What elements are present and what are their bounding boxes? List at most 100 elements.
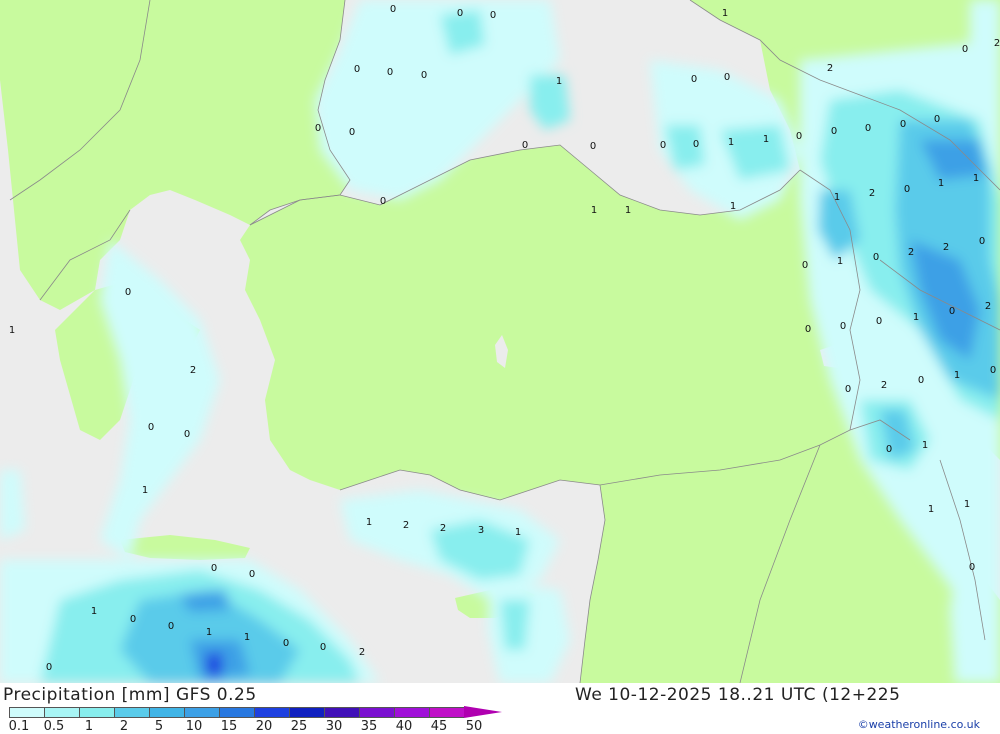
precip-value-label: 0 — [125, 287, 131, 298]
precip-value-label: 2 — [403, 520, 409, 531]
precip-value-label: 1 — [730, 201, 736, 212]
precip-value-label: 0 — [387, 67, 393, 78]
precip-value-label: 0 — [283, 638, 289, 649]
legend-ticks: 0.1 0.5 1 2 5 10 15 20 25 30 35 40 45 50 — [0, 719, 540, 734]
precip-value-label: 0 — [969, 562, 975, 573]
valid-datetime: We 10-12-2025 18..21 UTC (12+225 — [575, 685, 901, 705]
precip-value-label: 0 — [421, 70, 427, 81]
legend-tick-label: 15 — [220, 719, 238, 734]
legend-tick-label: 1 — [84, 719, 94, 734]
precip-value-label: 0 — [184, 429, 190, 440]
precip-value-label: 1 — [206, 627, 212, 638]
legend-tick-label: 30 — [325, 719, 343, 734]
precip-value-label: 2 — [985, 301, 991, 312]
legend-tick-label: 10 — [185, 719, 203, 734]
colorbar-cell — [324, 707, 359, 718]
precip-value-label: 1 — [91, 606, 97, 617]
precip-value-label: 0 — [660, 140, 666, 151]
map-title: Precipitation [mm] GFS 0.25 — [3, 685, 257, 705]
precip-value-label: 3 — [478, 525, 484, 536]
precip-value-label: 2 — [943, 242, 949, 253]
precip-value-label: 0 — [390, 4, 396, 15]
precip-value-label: 0 — [349, 127, 355, 138]
precip-value-label: 0 — [315, 123, 321, 134]
precip-value-label: 2 — [827, 63, 833, 74]
precip-value-label: 0 — [490, 10, 496, 21]
precip-value-label: 0 — [590, 141, 596, 152]
precip-value-label: 1 — [556, 76, 562, 87]
precip-value-label: 0 — [130, 614, 136, 625]
precip-value-label: 1 — [515, 527, 521, 538]
colorbar-cell — [9, 707, 44, 718]
precip-value-label: 2 — [908, 247, 914, 258]
precip-value-label: 2 — [881, 380, 887, 391]
colorbar-cell — [79, 707, 114, 718]
precip-value-label: 1 — [366, 517, 372, 528]
precip-value-label: 0 — [249, 569, 255, 580]
legend-colorbar — [9, 706, 502, 718]
precip-value-label: 1 — [954, 370, 960, 381]
precip-value-label: 2 — [440, 523, 446, 534]
colorbar-cell — [219, 707, 254, 718]
colorbar-cell — [359, 707, 394, 718]
precip-value-label: 1 — [964, 499, 970, 510]
precip-value-label: 0 — [522, 140, 528, 151]
legend-tick-label: 50 — [465, 719, 483, 734]
precip-value-label: 1 — [938, 178, 944, 189]
colorbar-cell — [149, 707, 184, 718]
precip-value-label: 0 — [380, 196, 386, 207]
precip-value-label: 1 — [591, 205, 597, 216]
precip-value-label: 0 — [724, 72, 730, 83]
precip-value-label: 0 — [168, 621, 174, 632]
precip-value-label: 0 — [831, 126, 837, 137]
colorbar-cell — [429, 707, 464, 718]
precip-value-label: 0 — [886, 444, 892, 455]
precip-value-label: 0 — [796, 131, 802, 142]
precip-value-label: 0 — [845, 384, 851, 395]
precip-value-label: 0 — [962, 44, 968, 55]
precip-value-label: 0 — [918, 375, 924, 386]
precip-value-label: 2 — [359, 647, 365, 658]
precip-value-label: 1 — [142, 485, 148, 496]
precip-value-label: 0 — [691, 74, 697, 85]
precip-value-label: 1 — [837, 256, 843, 267]
precip-value-label: 1 — [928, 504, 934, 515]
colorbar-cell — [394, 707, 429, 718]
precip-value-label: 0 — [840, 321, 846, 332]
precip-value-label: 0 — [802, 260, 808, 271]
precip-value-label: 1 — [9, 325, 15, 336]
precip-value-label: 0 — [865, 123, 871, 134]
precip-value-label: 0 — [904, 184, 910, 195]
precip-value-label: 1 — [728, 137, 734, 148]
precip-value-label: 0 — [979, 236, 985, 247]
precip-value-label: 2 — [869, 188, 875, 199]
precip-value-label: 0 — [354, 64, 360, 75]
precip-value-label: 1 — [244, 632, 250, 643]
precip-value-label: 0 — [876, 316, 882, 327]
precip-value-label: 0 — [320, 642, 326, 653]
precip-value-label: 1 — [922, 440, 928, 451]
colorbar-cell — [114, 707, 149, 718]
precip-value-label: 1 — [722, 8, 728, 19]
precip-value-label: 0 — [949, 306, 955, 317]
colorbar-cell — [184, 707, 219, 718]
colorbar-arrow — [464, 706, 502, 718]
colorbar-cell — [289, 707, 324, 718]
credit-link[interactable]: ©weatheronline.co.uk — [858, 718, 980, 731]
legend-tick-label: 0.5 — [43, 719, 65, 734]
precip-value-label: 1 — [834, 192, 840, 203]
precip-value-label: 0 — [148, 422, 154, 433]
precip-value-label: 1 — [913, 312, 919, 323]
precip-value-label: 0 — [693, 139, 699, 150]
precip-value-label: 1 — [973, 173, 979, 184]
precip-value-label: 2 — [994, 38, 1000, 49]
precip-value-label: 0 — [990, 365, 996, 376]
legend-tick-label: 2 — [119, 719, 129, 734]
legend-tick-label: 5 — [154, 719, 164, 734]
precip-value-label: 1 — [625, 205, 631, 216]
precip-value-label: 0 — [46, 662, 52, 673]
precip-value-label: 0 — [211, 563, 217, 574]
precip-value-label: 0 — [805, 324, 811, 335]
precipitation-map: 0 0 0 0 0 0 0 0 1 0 0 0 1 1 0 0 0 0 1 1 0 1 1 0 2 2 0 0 0 0 1 2 0 1 1 0 1 0 2 2… — [0, 0, 1000, 683]
legend-tick-label: 25 — [290, 719, 308, 734]
